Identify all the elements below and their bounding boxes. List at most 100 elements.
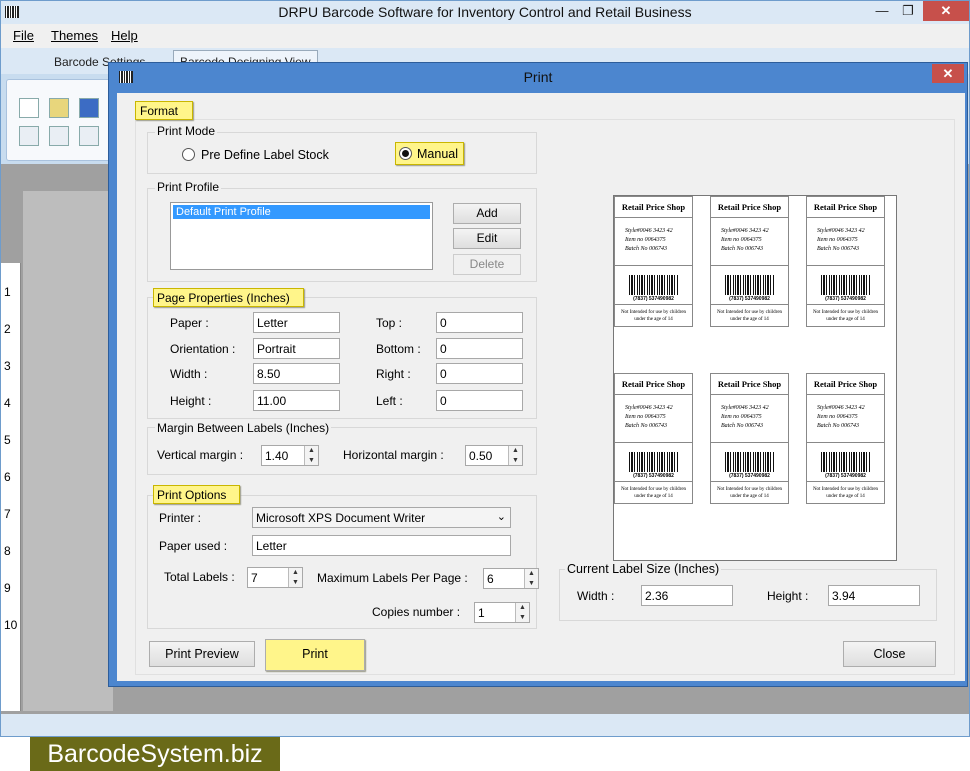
- paper-field[interactable]: Letter: [253, 312, 340, 333]
- label-note: Not Intended for use by children under t…: [620, 487, 687, 499]
- chevron-down-icon[interactable]: ⌄: [497, 510, 506, 523]
- spin-up-icon[interactable]: ▲: [516, 603, 529, 613]
- total-labels-spin[interactable]: ▲ ▼: [288, 568, 302, 587]
- orientation-field[interactable]: Portrait: [253, 338, 340, 359]
- spin-down-icon[interactable]: ▼: [289, 578, 302, 588]
- spin-up-icon[interactable]: ▲: [509, 446, 522, 456]
- page-width-field[interactable]: 8.50: [253, 363, 340, 384]
- ruler-mark: 4: [4, 396, 11, 410]
- minimize-button[interactable]: —: [869, 1, 895, 21]
- bottom-field[interactable]: 0: [436, 338, 523, 359]
- barcode-number: (7837) 537490982: [825, 296, 866, 302]
- printer-select[interactable]: Microsoft XPS Document Writer ⌄: [252, 507, 511, 528]
- paste-icon[interactable]: [49, 126, 69, 146]
- label-height-field[interactable]: 3.94: [828, 585, 920, 606]
- preview-label-2: Retail Price Shop Style#0046 3423 42 Item …: [710, 196, 789, 327]
- spin-up-icon[interactable]: ▲: [305, 446, 318, 456]
- bottom-label: Bottom :: [376, 342, 421, 356]
- horizontal-margin-stepper[interactable]: 0.50 ▲ ▼: [465, 445, 523, 466]
- dialog-close-button[interactable]: ✕: [932, 64, 964, 83]
- label-note: Not Intended for use by children under t…: [716, 487, 783, 499]
- label-batch-line: Batch No 006743: [721, 246, 763, 252]
- format-label: Format: [135, 101, 193, 120]
- menu-bar: File Themes Help: [1, 24, 969, 48]
- vertical-margin-value[interactable]: 1.40: [265, 449, 288, 463]
- ruler-mark: 1: [4, 285, 11, 299]
- profile-list-item[interactable]: Default Print Profile: [173, 205, 430, 219]
- label-item-line: Item no 0064375: [817, 414, 858, 420]
- horizontal-margin-value[interactable]: 0.50: [469, 449, 492, 463]
- predefine-label[interactable]: Pre Define Label Stock: [201, 148, 329, 162]
- label-item-line: Item no 0064375: [625, 414, 666, 420]
- new-file-icon[interactable]: [19, 98, 39, 118]
- total-labels-stepper[interactable]: 7 ▲ ▼: [247, 567, 303, 588]
- profile-list[interactable]: Default Print Profile: [170, 202, 433, 270]
- label-divider: [711, 442, 788, 443]
- label-divider: [807, 481, 884, 482]
- top-label: Top :: [376, 316, 403, 330]
- label-note: Not Intended for use by children under t…: [620, 310, 687, 322]
- menu-help[interactable]: Help: [111, 28, 138, 43]
- height-label: Height :: [170, 394, 212, 408]
- page-height-field[interactable]: 11.00: [253, 390, 340, 411]
- paper-used-field[interactable]: Letter: [252, 535, 511, 556]
- spin-up-icon[interactable]: ▲: [289, 568, 302, 578]
- right-field[interactable]: 0: [436, 363, 523, 384]
- ruler-mark: 6: [4, 470, 11, 484]
- menu-file[interactable]: File: [13, 28, 34, 43]
- preview-label-1: Retail Price Shop Style#0046 3423 42 Item …: [614, 196, 693, 327]
- copies-stepper[interactable]: 1 ▲ ▼: [474, 602, 530, 623]
- left-field[interactable]: 0: [436, 390, 523, 411]
- copies-value[interactable]: 1: [478, 606, 485, 620]
- title-bar: DRPU Barcode Software for Inventory Cont…: [1, 1, 969, 24]
- total-labels-value[interactable]: 7: [251, 571, 258, 585]
- preview-label-6: Retail Price Shop Style#0046 3423 42 Item …: [806, 373, 885, 504]
- preview-label-5: Retail Price Shop Style#0046 3423 42 Item …: [710, 373, 789, 504]
- copies-spin[interactable]: ▲ ▼: [515, 603, 529, 622]
- copy-icon[interactable]: [19, 126, 39, 146]
- maximize-button[interactable]: ❐: [895, 1, 921, 21]
- save-file-icon[interactable]: [79, 98, 99, 118]
- vertical-margin-stepper[interactable]: 1.40 ▲ ▼: [261, 445, 319, 466]
- open-file-icon[interactable]: [49, 98, 69, 118]
- label-style-line: Style#0046 3423 42: [817, 228, 865, 234]
- margin-title: Margin Between Labels (Inches): [155, 421, 332, 435]
- menu-themes[interactable]: Themes: [51, 28, 98, 43]
- add-profile-button[interactable]: Add: [453, 203, 521, 224]
- predefine-radio[interactable]: [182, 148, 195, 161]
- max-labels-stepper[interactable]: 6 ▲ ▼: [483, 568, 539, 589]
- horizontal-margin-spin[interactable]: ▲ ▼: [508, 446, 522, 465]
- delete-profile-button[interactable]: Delete: [453, 254, 521, 275]
- spin-down-icon[interactable]: ▼: [516, 613, 529, 623]
- label-width-label: Width :: [577, 589, 615, 603]
- design-canvas[interactable]: [23, 191, 113, 711]
- manual-radio[interactable]: [399, 147, 412, 160]
- vertical-margin-spin[interactable]: ▲ ▼: [304, 446, 318, 465]
- edit-profile-button[interactable]: Edit: [453, 228, 521, 249]
- label-preview-page: Retail Price Shop Style#0046 3423 42 Item …: [613, 195, 897, 561]
- spin-up-icon[interactable]: ▲: [525, 569, 538, 579]
- manual-label[interactable]: Manual: [417, 147, 458, 161]
- lock-icon[interactable]: [79, 126, 99, 146]
- label-header: Retail Price Shop: [615, 374, 692, 395]
- label-header: Retail Price Shop: [807, 197, 884, 218]
- label-style-line: Style#0046 3423 42: [625, 405, 673, 411]
- spin-down-icon[interactable]: ▼: [509, 456, 522, 466]
- label-batch-line: Batch No 006743: [625, 246, 667, 252]
- max-labels-spin[interactable]: ▲ ▼: [524, 569, 538, 588]
- spin-down-icon[interactable]: ▼: [525, 579, 538, 589]
- page-properties-title: Page Properties (Inches): [153, 288, 304, 307]
- close-button[interactable]: Close: [843, 641, 936, 667]
- print-preview-button[interactable]: Print Preview: [149, 641, 255, 667]
- ruler-mark: 9: [4, 581, 11, 595]
- label-style-line: Style#0046 3423 42: [721, 228, 769, 234]
- close-window-button[interactable]: ✕: [923, 1, 969, 21]
- top-field[interactable]: 0: [436, 312, 523, 333]
- label-height-label: Height :: [767, 589, 809, 603]
- spin-down-icon[interactable]: ▼: [305, 456, 318, 466]
- max-labels-value[interactable]: 6: [487, 572, 494, 586]
- dialog-title-bar: Print ✕: [109, 63, 967, 91]
- label-width-field[interactable]: 2.36: [641, 585, 733, 606]
- printer-value[interactable]: Microsoft XPS Document Writer: [256, 511, 425, 525]
- print-button[interactable]: Print: [265, 639, 365, 671]
